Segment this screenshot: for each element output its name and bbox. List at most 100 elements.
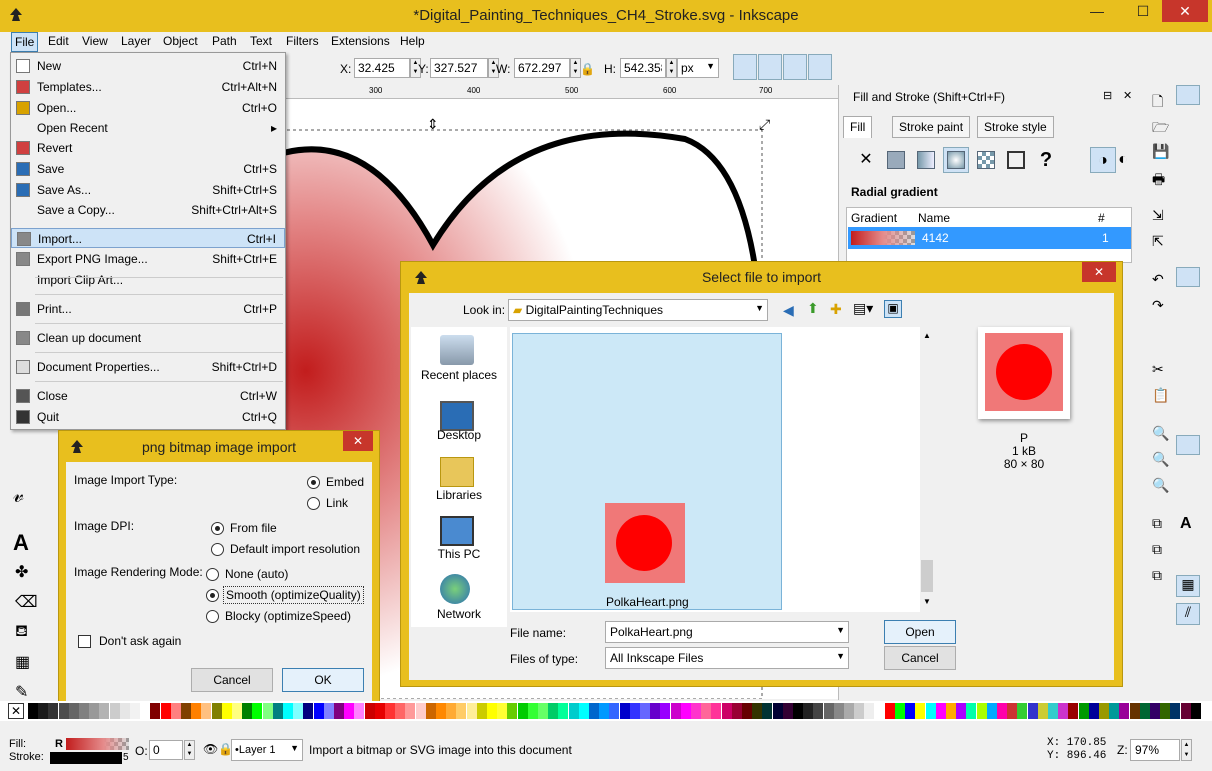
file-menu-item-open[interactable]: Open... Ctrl+O bbox=[11, 98, 285, 118]
snap-bbox-toggle[interactable] bbox=[1176, 435, 1200, 455]
palette-swatch[interactable] bbox=[130, 703, 140, 719]
paste-icon[interactable]: 📋 bbox=[1152, 387, 1170, 403]
palette-swatch[interactable] bbox=[650, 703, 661, 719]
file-menu-item-open-recent[interactable]: Open Recent ▸ bbox=[11, 118, 285, 138]
palette-swatch[interactable] bbox=[109, 703, 120, 719]
menu-object[interactable]: Object bbox=[163, 34, 198, 48]
gradient-tool-icon[interactable]: ▦ bbox=[15, 652, 30, 672]
recent-places-icon[interactable] bbox=[440, 335, 474, 365]
palette-swatch[interactable] bbox=[272, 703, 283, 719]
file-menu-item-import-clip-art[interactable]: Import Clip Art... bbox=[11, 270, 285, 290]
smooth-label[interactable]: Smooth (optimizeQuality) bbox=[223, 586, 364, 604]
menu-file[interactable]: File bbox=[11, 32, 39, 52]
palette-swatch[interactable] bbox=[150, 703, 161, 719]
palette-swatch[interactable] bbox=[497, 703, 508, 719]
palette-swatch[interactable] bbox=[1150, 703, 1160, 719]
palette-swatch[interactable] bbox=[1190, 703, 1201, 719]
palette-swatch[interactable] bbox=[1068, 703, 1079, 719]
palette-swatch[interactable] bbox=[640, 703, 650, 719]
palette-swatch[interactable] bbox=[262, 703, 273, 719]
no-paint-swatch-icon[interactable]: ✕ bbox=[8, 703, 24, 719]
new-doc-icon[interactable]: 🗋 bbox=[1152, 91, 1170, 109]
zoom-page-icon[interactable]: 🔍 bbox=[1152, 477, 1170, 493]
tab-stroke-paint[interactable]: Stroke paint bbox=[892, 116, 971, 138]
palette-swatch[interactable] bbox=[79, 703, 89, 719]
back-icon[interactable]: ◀ bbox=[783, 302, 794, 319]
palette-swatch[interactable] bbox=[619, 703, 630, 719]
palette-swatch[interactable] bbox=[334, 703, 344, 719]
dont-ask-label[interactable]: Don't ask again bbox=[99, 634, 181, 648]
palette-swatch[interactable] bbox=[1088, 703, 1099, 719]
palette-swatch[interactable] bbox=[854, 703, 865, 719]
palette-swatch[interactable] bbox=[140, 703, 151, 719]
palette-swatch[interactable] bbox=[558, 703, 569, 719]
linear-gradient-icon[interactable] bbox=[913, 147, 939, 173]
snap-toggle[interactable] bbox=[1176, 85, 1200, 105]
cut-icon[interactable]: ✂ bbox=[1152, 361, 1170, 377]
palette-swatch[interactable] bbox=[425, 703, 436, 719]
menu-text[interactable]: Text bbox=[250, 34, 272, 48]
palette-swatch[interactable] bbox=[833, 703, 844, 719]
dropper-tool-icon[interactable]: ✎ bbox=[15, 682, 28, 702]
palette-swatch[interactable] bbox=[711, 703, 722, 719]
menu-filters[interactable]: Filters bbox=[286, 34, 319, 48]
move-patterns-toggle[interactable] bbox=[808, 54, 832, 80]
palette-swatch[interactable] bbox=[385, 703, 395, 719]
palette-swatch[interactable] bbox=[803, 703, 814, 719]
place-recent[interactable]: Recent places bbox=[411, 368, 507, 382]
libraries-icon[interactable] bbox=[440, 457, 474, 487]
palette-swatch[interactable] bbox=[354, 703, 365, 719]
palette-swatch[interactable] bbox=[1007, 703, 1018, 719]
palette-swatch[interactable] bbox=[660, 703, 671, 719]
close-window-button[interactable]: ✕ bbox=[1162, 0, 1208, 22]
zoom-spinner[interactable]: ▲ ▼ bbox=[1181, 739, 1192, 761]
png-cancel-button[interactable]: Cancel bbox=[191, 668, 273, 692]
scale-corners-toggle[interactable] bbox=[758, 54, 782, 80]
palette-swatch[interactable] bbox=[466, 703, 477, 719]
palette-swatch[interactable] bbox=[813, 703, 824, 719]
palette-swatch[interactable] bbox=[844, 703, 854, 719]
palette-swatch[interactable] bbox=[731, 703, 742, 719]
palette-swatch[interactable] bbox=[191, 703, 202, 719]
from-file-radio[interactable] bbox=[211, 522, 224, 535]
palette-swatch[interactable] bbox=[782, 703, 793, 719]
palette-swatch[interactable] bbox=[864, 703, 875, 719]
palette-swatch[interactable] bbox=[476, 703, 487, 719]
y-input[interactable] bbox=[430, 58, 488, 78]
blocky-label[interactable]: Blocky (optimizeSpeed) bbox=[225, 609, 351, 623]
from-file-label[interactable]: From file bbox=[230, 521, 277, 535]
text-tool-icon[interactable]: A bbox=[13, 530, 29, 556]
palette-swatch[interactable] bbox=[303, 703, 314, 719]
palette-swatch[interactable] bbox=[578, 703, 589, 719]
palette-swatch[interactable] bbox=[436, 703, 446, 719]
png-dialog-close-button[interactable]: ✕ bbox=[343, 431, 373, 451]
open-icon[interactable]: 🗁 bbox=[1152, 117, 1170, 135]
palette-swatch[interactable] bbox=[374, 703, 385, 719]
palette-swatch[interactable] bbox=[925, 703, 936, 719]
scroll-down-icon[interactable]: ▼ bbox=[923, 597, 931, 606]
default-resolution-label[interactable]: Default import resolution bbox=[230, 542, 360, 556]
place-network[interactable]: Network bbox=[411, 607, 507, 621]
embed-label[interactable]: Embed bbox=[326, 475, 364, 489]
file-menu-item-import[interactable]: Import... Ctrl+I bbox=[11, 228, 285, 248]
minimize-button[interactable]: — bbox=[1074, 0, 1120, 22]
tab-stroke-style[interactable]: Stroke style bbox=[977, 116, 1054, 138]
file-menu-item-clean-up-document[interactable]: Clean up document bbox=[11, 328, 285, 348]
file-menu-item-print[interactable]: Print... Ctrl+P bbox=[11, 299, 285, 319]
no-paint-icon[interactable]: ✕ bbox=[853, 147, 879, 173]
file-menu-item-save-as[interactable]: Save As... Shift+Ctrl+S bbox=[11, 180, 285, 200]
palette-swatch[interactable] bbox=[1109, 703, 1120, 719]
file-type-select[interactable]: All Inkscape Files ▼ bbox=[605, 647, 849, 669]
file-item-name[interactable]: PolkaHeart.png bbox=[606, 595, 689, 609]
pattern-icon[interactable] bbox=[973, 147, 999, 173]
palette-swatch[interactable] bbox=[997, 703, 1007, 719]
gradient-row[interactable]: 4142 1 bbox=[848, 227, 1131, 249]
palette-swatch[interactable] bbox=[986, 703, 997, 719]
palette-swatch[interactable] bbox=[527, 703, 538, 719]
radial-gradient-icon[interactable] bbox=[943, 147, 969, 173]
link-radio[interactable] bbox=[307, 497, 320, 510]
snap-text-icon[interactable]: A bbox=[1180, 515, 1198, 532]
palette-swatch[interactable] bbox=[701, 703, 712, 719]
opacity-spinner[interactable]: ▲ ▼ bbox=[184, 740, 195, 760]
swatch-icon[interactable] bbox=[1003, 147, 1029, 173]
